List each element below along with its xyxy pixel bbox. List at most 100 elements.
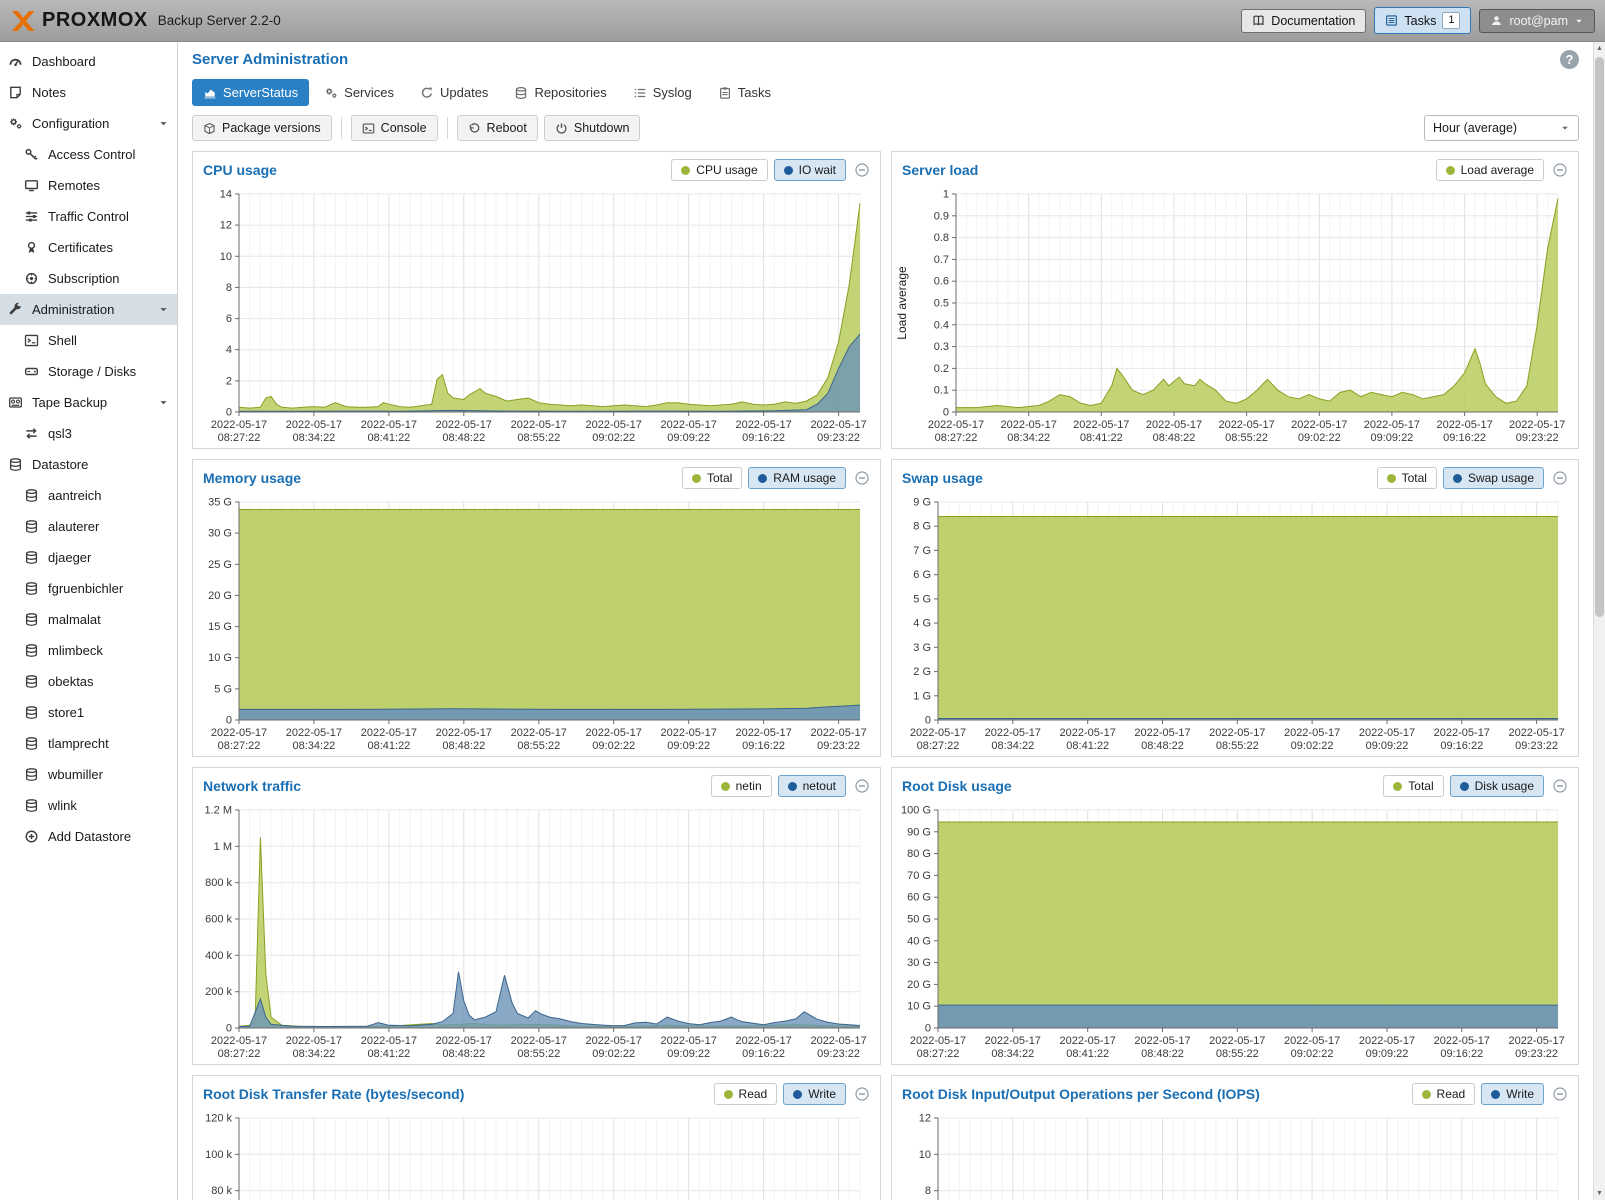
legend-dot <box>1387 474 1396 483</box>
sidebar-item-tlamprecht[interactable]: tlamprecht <box>0 728 177 759</box>
legend-item[interactable]: Total <box>682 467 742 489</box>
help-button[interactable]: ? <box>1560 50 1579 69</box>
collapse-panel-icon[interactable] <box>1552 1086 1568 1102</box>
sidebar-item-aantreich[interactable]: aantreich <box>0 480 177 511</box>
legend-item[interactable]: Write <box>1481 1083 1544 1105</box>
sidebar-item-qsl3[interactable]: qsl3 <box>0 418 177 449</box>
certificate-icon <box>24 240 39 255</box>
sidebar-item-djaeger[interactable]: djaeger <box>0 542 177 573</box>
svg-text:2022-05-17: 2022-05-17 <box>1001 419 1057 431</box>
legend-item[interactable]: netout <box>778 775 846 797</box>
collapse-panel-icon[interactable] <box>1552 778 1568 794</box>
sidebar-item-label: Dashboard <box>32 54 96 69</box>
legend-item[interactable]: Disk usage <box>1450 775 1544 797</box>
database-icon <box>24 581 39 596</box>
legend-item[interactable]: netin <box>711 775 772 797</box>
sidebar-item-traffic-control[interactable]: Traffic Control <box>0 201 177 232</box>
sidebar-item-label: obektas <box>48 674 94 689</box>
sidebar-item-administration[interactable]: Administration <box>0 294 177 325</box>
panel-title: Root Disk Transfer Rate (bytes/second) <box>203 1086 464 1102</box>
sidebar-item-alauterer[interactable]: alauterer <box>0 511 177 542</box>
sidebar-item-mlimbeck[interactable]: mlimbeck <box>0 635 177 666</box>
tab-tasks[interactable]: Tasks <box>707 79 782 106</box>
sidebar-item-certificates[interactable]: Certificates <box>0 232 177 263</box>
sidebar-item-wlink[interactable]: wlink <box>0 790 177 821</box>
sidebar-item-shell[interactable]: Shell <box>0 325 177 356</box>
sidebar-item-datastore[interactable]: Datastore <box>0 449 177 480</box>
scrollbar-thumb[interactable] <box>1595 57 1604 617</box>
sidebar-item-malmalat[interactable]: malmalat <box>0 604 177 635</box>
sidebar-item-remotes[interactable]: Remotes <box>0 170 177 201</box>
collapse-panel-icon[interactable] <box>854 470 870 486</box>
database-icon <box>24 736 39 751</box>
legend-item[interactable]: Total <box>1383 775 1443 797</box>
main-content: Server Administration ? ServerStatus Ser… <box>178 42 1605 1200</box>
legend-item[interactable]: IO wait <box>774 159 846 181</box>
tab-serverstatus[interactable]: ServerStatus <box>192 79 309 106</box>
svg-text:09:23:22: 09:23:22 <box>817 432 860 444</box>
collapse-panel-icon[interactable] <box>854 1086 870 1102</box>
tab-syslog[interactable]: Syslog <box>622 79 703 106</box>
tab-services[interactable]: Services <box>313 79 405 106</box>
sidebar-item-subscription[interactable]: Subscription <box>0 263 177 294</box>
svg-text:120 k: 120 k <box>205 1113 232 1125</box>
collapse-panel-icon[interactable] <box>1552 162 1568 178</box>
chevron-down-icon[interactable] <box>158 397 169 408</box>
svg-text:10 G: 10 G <box>208 652 232 664</box>
legend: CPU usage IO wait <box>671 159 846 181</box>
svg-text:2022-05-17: 2022-05-17 <box>810 1035 866 1047</box>
svg-text:2022-05-17: 2022-05-17 <box>928 419 984 431</box>
sidebar-item-label: wlink <box>48 798 77 813</box>
sidebar-item-notes[interactable]: Notes <box>0 77 177 108</box>
svg-text:25 G: 25 G <box>208 559 232 571</box>
time-range-select[interactable]: Hour (average) <box>1424 115 1579 141</box>
tasks-button[interactable]: Tasks 1 <box>1374 7 1471 34</box>
sidebar-item-add-datastore[interactable]: Add Datastore <box>0 821 177 852</box>
package-versions-button[interactable]: Package versions <box>192 115 332 141</box>
documentation-button[interactable]: Documentation <box>1241 9 1366 33</box>
scroll-up-icon[interactable]: ▲ <box>1594 42 1605 55</box>
legend-item[interactable]: CPU usage <box>671 159 767 181</box>
legend-item[interactable]: RAM usage <box>748 467 846 489</box>
tab-updates[interactable]: Updates <box>409 79 499 106</box>
svg-text:09:16:22: 09:16:22 <box>742 740 785 752</box>
legend-item[interactable]: Swap usage <box>1443 467 1544 489</box>
panel-title: Server load <box>902 162 978 178</box>
sidebar-item-configuration[interactable]: Configuration <box>0 108 177 139</box>
svg-text:2022-05-17: 2022-05-17 <box>1073 419 1129 431</box>
sidebar-item-obektas[interactable]: obektas <box>0 666 177 697</box>
collapse-panel-icon[interactable] <box>854 162 870 178</box>
scroll-down-icon[interactable]: ▼ <box>1594 1187 1605 1200</box>
svg-text:09:02:22: 09:02:22 <box>592 740 635 752</box>
sidebar-item-store1[interactable]: store1 <box>0 697 177 728</box>
collapse-panel-icon[interactable] <box>854 778 870 794</box>
svg-text:2022-05-17: 2022-05-17 <box>1509 419 1565 431</box>
user-menu-button[interactable]: root@pam <box>1479 9 1595 33</box>
tab-repositories[interactable]: Repositories <box>503 79 617 106</box>
svg-text:2022-05-17: 2022-05-17 <box>1364 419 1420 431</box>
sidebar-item-storage-disks[interactable]: Storage / Disks <box>0 356 177 387</box>
sidebar-item-fgruenbichler[interactable]: fgruenbichler <box>0 573 177 604</box>
shutdown-button[interactable]: Shutdown <box>544 115 641 141</box>
sidebar-item-dashboard[interactable]: Dashboard <box>0 46 177 77</box>
legend-item[interactable]: Total <box>1377 467 1437 489</box>
console-button[interactable]: Console <box>351 115 438 141</box>
toolbar-separator <box>447 117 448 139</box>
svg-text:8: 8 <box>925 1185 931 1197</box>
reboot-button[interactable]: Reboot <box>457 115 538 141</box>
sidebar-item-access-control[interactable]: Access Control <box>0 139 177 170</box>
legend-item[interactable]: Read <box>714 1083 778 1105</box>
tab-label: Tasks <box>738 85 771 100</box>
chevron-down-icon[interactable] <box>158 118 169 129</box>
legend-item[interactable]: Read <box>1412 1083 1476 1105</box>
legend-item[interactable]: Write <box>783 1083 846 1105</box>
hdd-icon <box>24 364 39 379</box>
legend-item[interactable]: Load average <box>1436 159 1544 181</box>
svg-text:600 k: 600 k <box>205 914 232 926</box>
vertical-scrollbar[interactable]: ▲ ▼ <box>1593 42 1605 1200</box>
sidebar-item-wbumiller[interactable]: wbumiller <box>0 759 177 790</box>
chevron-down-icon[interactable] <box>158 304 169 315</box>
sidebar-item-tape-backup[interactable]: Tape Backup <box>0 387 177 418</box>
collapse-panel-icon[interactable] <box>1552 470 1568 486</box>
svg-text:09:16:22: 09:16:22 <box>742 432 785 444</box>
